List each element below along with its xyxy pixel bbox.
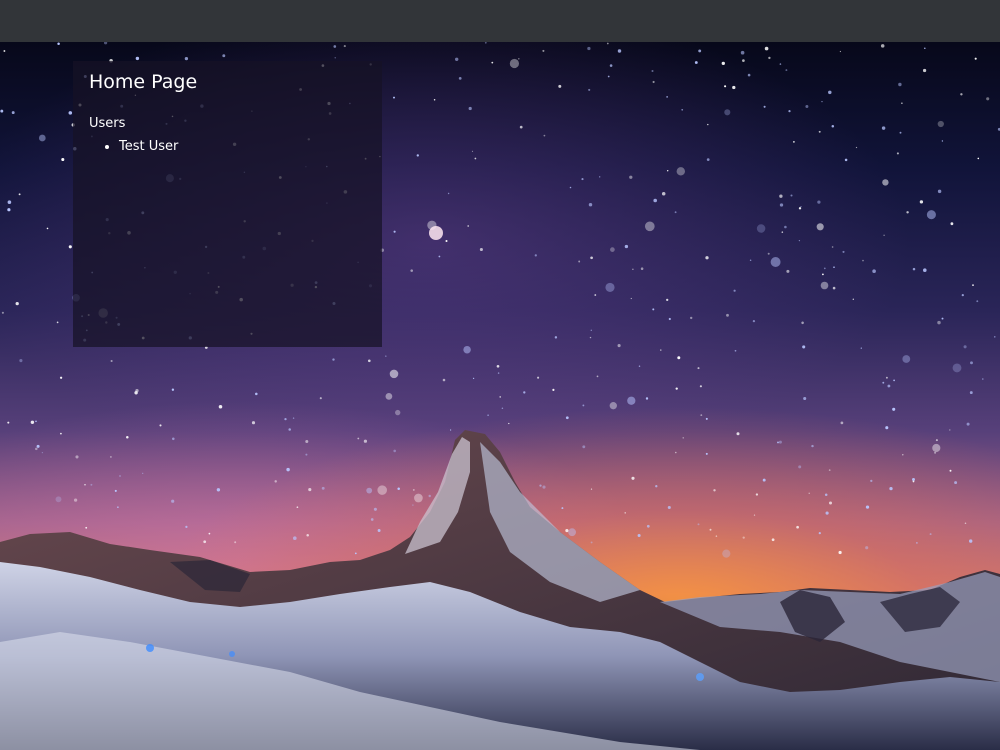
page-title: Home Page xyxy=(89,71,198,93)
top-bar xyxy=(0,0,1000,42)
users-section-label: Users xyxy=(89,116,126,131)
home-panel: Home Page Users Test User xyxy=(73,61,382,347)
user-list: Test User xyxy=(89,139,366,155)
list-item: Test User xyxy=(119,139,366,155)
